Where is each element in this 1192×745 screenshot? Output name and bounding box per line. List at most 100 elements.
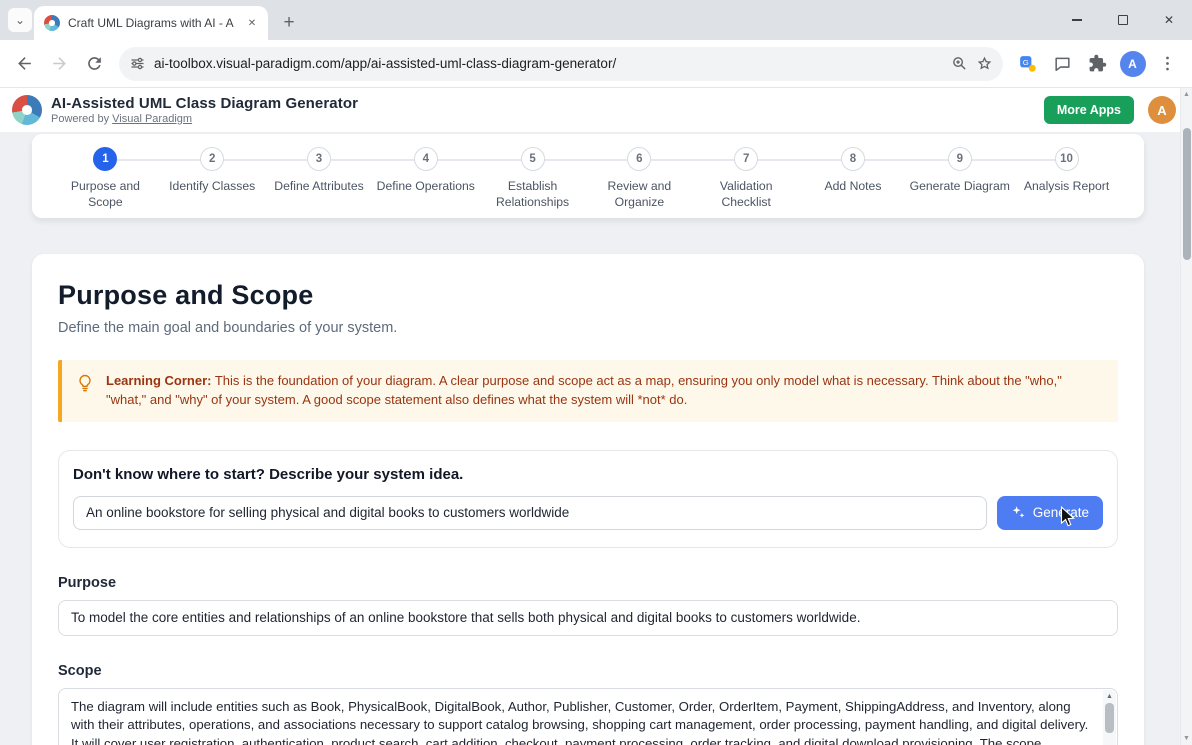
- stepper-step-establish-relationships[interactable]: 5 Establish Relationships: [479, 147, 586, 218]
- minimize-icon: [1072, 19, 1082, 21]
- lightbulb-icon: [75, 373, 95, 393]
- app-title: AI-Assisted UML Class Diagram Generator: [51, 95, 358, 112]
- url-bar[interactable]: ai-toolbox.visual-paradigm.com/app/ai-as…: [119, 47, 1003, 81]
- powered-by: Powered by Visual Paradigm: [51, 113, 358, 125]
- page-scrollbar[interactable]: ▲ ▼: [1180, 88, 1192, 745]
- step-number: 3: [307, 147, 331, 171]
- scope-scroll-up-icon[interactable]: ▲: [1106, 693, 1113, 700]
- browser-tabstrip: ⌄ Craft UML Diagrams with AI - A ✕ + ✕: [0, 0, 1192, 40]
- system-idea-input[interactable]: [73, 496, 987, 530]
- main-content-card: Purpose and Scope Define the main goal a…: [32, 254, 1144, 745]
- stepper-step-identify-classes[interactable]: 2 Identify Classes: [159, 147, 266, 218]
- window-controls: ✕: [1054, 0, 1192, 40]
- tab-favicon-icon: [44, 15, 60, 31]
- reload-icon: [85, 54, 104, 73]
- step-number: 8: [841, 147, 865, 171]
- system-idea-heading: Don't know where to start? Describe your…: [73, 466, 1103, 483]
- step-number: 7: [734, 147, 758, 171]
- scope-textarea[interactable]: The diagram will include entities such a…: [58, 688, 1118, 745]
- stepper-step-define-operations[interactable]: 4 Define Operations: [372, 147, 479, 218]
- three-dots-menu-icon: [1158, 54, 1177, 73]
- tab-title: Craft UML Diagrams with AI - A: [68, 16, 236, 30]
- colored-extension-button[interactable]: G: [1011, 47, 1044, 80]
- stepper-step-generate-diagram[interactable]: 9 Generate Diagram: [906, 147, 1013, 218]
- generate-button[interactable]: Generate: [997, 496, 1103, 530]
- stepper-step-analysis-report[interactable]: 10 Analysis Report: [1013, 147, 1120, 218]
- purpose-input[interactable]: [58, 600, 1118, 636]
- step-number: 10: [1055, 147, 1079, 171]
- chat-bubble-icon: [1053, 54, 1072, 73]
- forward-icon: [50, 54, 69, 73]
- step-label: Define Operations: [377, 178, 475, 194]
- zoom-icon[interactable]: [951, 55, 968, 72]
- sparkles-icon: [1011, 505, 1026, 520]
- system-idea-row: Generate: [73, 496, 1103, 530]
- step-label: Define Attributes: [274, 178, 363, 194]
- stepper-step-review-and-organize[interactable]: 6 Review and Organize: [586, 147, 693, 218]
- step-number: 2: [200, 147, 224, 171]
- more-apps-button[interactable]: More Apps: [1044, 96, 1134, 124]
- browser-toolbar: ai-toolbox.visual-paradigm.com/app/ai-as…: [0, 40, 1192, 88]
- system-idea-box: Don't know where to start? Describe your…: [58, 450, 1118, 548]
- step-label: Purpose and Scope: [53, 178, 157, 210]
- scrollbar-down-icon[interactable]: ▼: [1181, 735, 1192, 742]
- scope-scrollbar[interactable]: ▲: [1103, 690, 1116, 745]
- page-scrollbar-thumb[interactable]: [1183, 128, 1191, 260]
- extensions-button[interactable]: [1081, 47, 1114, 80]
- window-close-button[interactable]: ✕: [1146, 0, 1192, 40]
- step-label: Identify Classes: [169, 178, 255, 194]
- window-maximize-button[interactable]: [1100, 0, 1146, 40]
- step-label: Review and Organize: [587, 178, 691, 210]
- step-label: Add Notes: [825, 178, 882, 194]
- site-info-tune-icon[interactable]: [129, 55, 146, 72]
- page-title: Purpose and Scope: [58, 280, 1118, 311]
- app-logo-icon: [12, 95, 42, 125]
- maximize-icon: [1118, 15, 1128, 25]
- step-number: 5: [521, 147, 545, 171]
- page-subtitle: Define the main goal and boundaries of y…: [58, 320, 1118, 336]
- step-number: 6: [627, 147, 651, 171]
- reload-button[interactable]: [78, 47, 111, 80]
- svg-text:G: G: [1023, 58, 1029, 67]
- back-icon: [15, 54, 34, 73]
- scope-label: Scope: [58, 663, 1118, 679]
- chat-sidebar-button[interactable]: [1046, 47, 1079, 80]
- new-tab-button[interactable]: +: [276, 9, 302, 35]
- learning-corner-text: Learning Corner: This is the foundation …: [106, 372, 1102, 410]
- step-number: 4: [414, 147, 438, 171]
- scope-field-wrapper: The diagram will include entities such a…: [58, 688, 1118, 745]
- extensions-puzzle-icon: [1088, 54, 1107, 73]
- purpose-label: Purpose: [58, 575, 1118, 591]
- user-avatar[interactable]: A: [1148, 96, 1176, 124]
- stepper-step-validation-checklist[interactable]: 7 Validation Checklist: [693, 147, 800, 218]
- step-label: Validation Checklist: [694, 178, 798, 210]
- step-number: 9: [948, 147, 972, 171]
- learning-corner-callout: Learning Corner: This is the foundation …: [58, 360, 1118, 422]
- visual-paradigm-link[interactable]: Visual Paradigm: [112, 113, 192, 125]
- app-header-text: AI-Assisted UML Class Diagram Generator …: [51, 95, 358, 125]
- step-label: Generate Diagram: [910, 178, 1010, 194]
- tab-search-chevron-icon[interactable]: ⌄: [8, 8, 32, 32]
- window-minimize-button[interactable]: [1054, 0, 1100, 40]
- browser-profile-avatar: A: [1120, 51, 1146, 77]
- powered-by-text: Powered by: [51, 113, 109, 125]
- step-label: Analysis Report: [1024, 178, 1109, 194]
- generate-button-label: Generate: [1033, 505, 1089, 520]
- step-number: 1: [93, 147, 117, 171]
- forward-button[interactable]: [43, 47, 76, 80]
- browser-profile-button[interactable]: A: [1116, 47, 1149, 80]
- bookmark-star-icon[interactable]: [976, 55, 993, 72]
- stepper-step-add-notes[interactable]: 8 Add Notes: [800, 147, 907, 218]
- browser-tab[interactable]: Craft UML Diagrams with AI - A ✕: [34, 6, 268, 40]
- learning-corner-label: Learning Corner:: [106, 373, 211, 388]
- back-button[interactable]: [8, 47, 41, 80]
- scrollbar-up-icon[interactable]: ▲: [1181, 91, 1192, 98]
- tab-close-icon[interactable]: ✕: [244, 15, 260, 31]
- scope-scrollbar-thumb[interactable]: [1105, 703, 1114, 733]
- app-header: AI-Assisted UML Class Diagram Generator …: [0, 88, 1192, 132]
- learning-corner-body: This is the foundation of your diagram. …: [106, 373, 1062, 407]
- stepper-step-define-attributes[interactable]: 3 Define Attributes: [266, 147, 373, 218]
- colored-extension-icon: G: [1018, 54, 1037, 73]
- stepper-step-purpose-and-scope[interactable]: 1 Purpose and Scope: [52, 147, 159, 218]
- browser-menu-button[interactable]: [1151, 47, 1184, 80]
